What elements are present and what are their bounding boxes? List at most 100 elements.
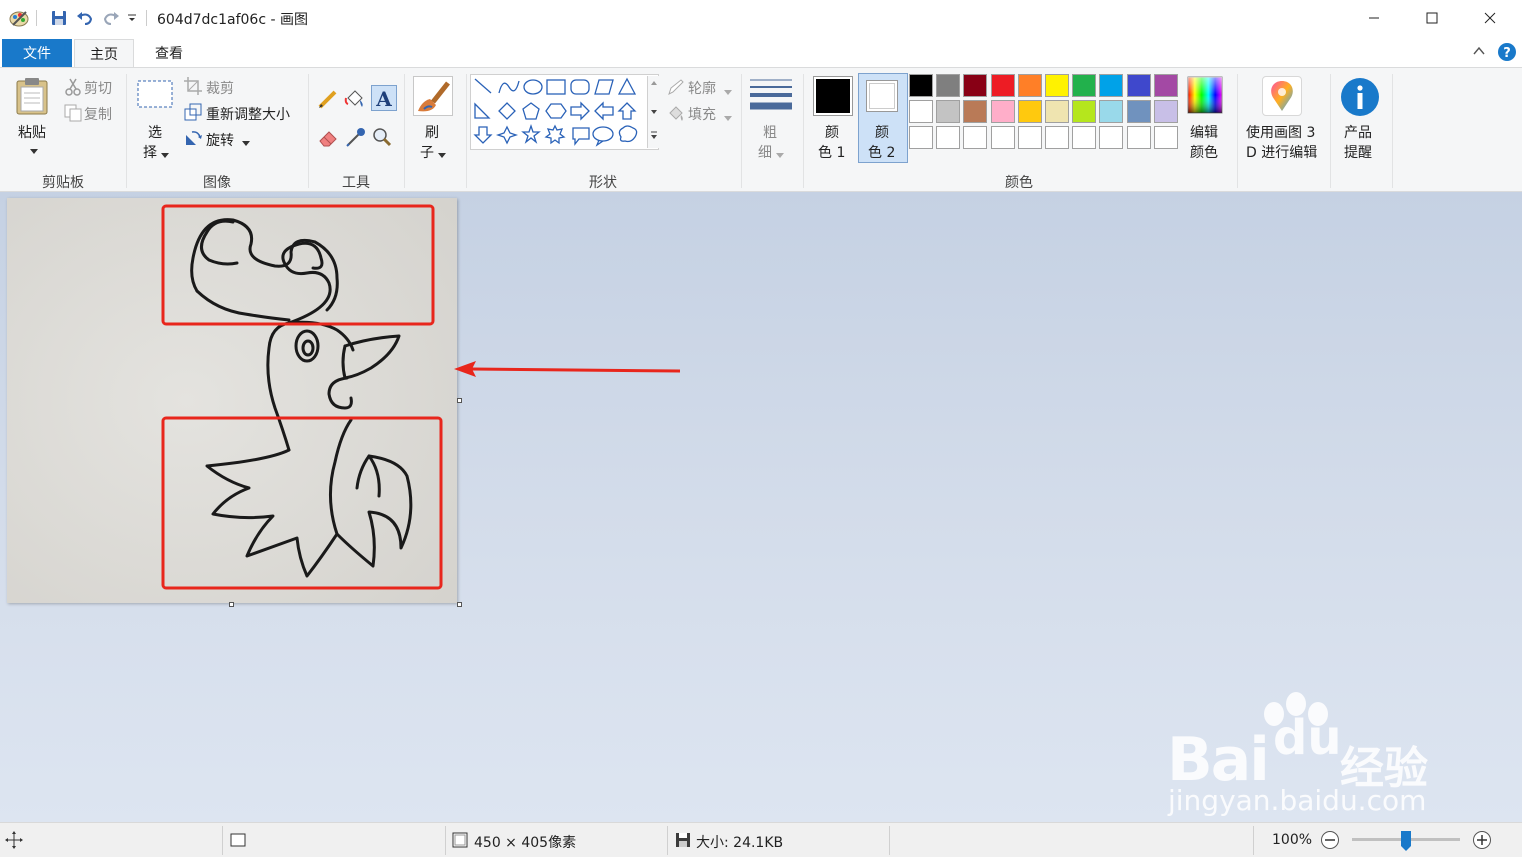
- maximize-button[interactable]: [1403, 0, 1461, 36]
- palette-color-swatch[interactable]: [1045, 100, 1069, 123]
- paint3d-label-bottom[interactable]: D 进行编辑: [1246, 142, 1317, 162]
- palette-empty-swatch[interactable]: [1099, 126, 1124, 149]
- canvas-workspace[interactable]: Bai du 经验 jingyan.baidu.com: [0, 192, 1522, 822]
- fill-button[interactable]: 填充: [688, 104, 716, 124]
- customize-qa-chevron-icon[interactable]: [125, 8, 139, 28]
- paint-app-icon[interactable]: [8, 8, 30, 28]
- tab-view[interactable]: 查看: [138, 39, 200, 67]
- eraser-icon[interactable]: [317, 126, 339, 152]
- fill-bucket-icon[interactable]: [344, 88, 366, 114]
- palette-empty-swatch[interactable]: [963, 126, 988, 149]
- fill-dropdown-icon[interactable]: [724, 111, 732, 126]
- palette-color-swatch[interactable]: [990, 74, 1015, 97]
- palette-empty-swatch[interactable]: [1017, 126, 1042, 149]
- palette-color-swatch[interactable]: [1099, 74, 1124, 97]
- color-picker-icon[interactable]: [344, 126, 366, 152]
- palette-color-swatch[interactable]: [963, 74, 988, 97]
- magnifier-icon[interactable]: [371, 126, 393, 152]
- paste-button[interactable]: 粘贴: [18, 122, 46, 142]
- palette-color-swatch[interactable]: [1045, 74, 1069, 97]
- copy-button[interactable]: 复制: [84, 104, 112, 124]
- size-label-bottom[interactable]: 细: [758, 142, 772, 162]
- paint3d-label-top[interactable]: 使用画图 3: [1246, 122, 1315, 142]
- info-icon[interactable]: [1340, 77, 1380, 121]
- palette-color-swatch[interactable]: [909, 74, 933, 97]
- cut-button[interactable]: 剪切: [84, 78, 112, 98]
- paint3d-icon[interactable]: [1262, 76, 1302, 116]
- pencil-icon[interactable]: [317, 88, 339, 114]
- color1-label-bottom[interactable]: 色 1: [818, 142, 845, 162]
- tab-file[interactable]: 文件: [2, 39, 72, 67]
- resize-handle-corner[interactable]: [457, 602, 462, 607]
- palette-empty-swatch[interactable]: [1072, 126, 1097, 149]
- rotate-dropdown-icon[interactable]: [242, 136, 250, 151]
- palette-color-swatch[interactable]: [963, 100, 988, 123]
- palette-color-swatch[interactable]: [990, 100, 1015, 123]
- zoom-out-button[interactable]: [1320, 830, 1340, 854]
- text-tool-icon[interactable]: A: [371, 85, 397, 111]
- shapes-scroll[interactable]: [647, 76, 659, 148]
- edit-colors-icon[interactable]: [1187, 76, 1223, 114]
- brush-label-bottom[interactable]: 子: [420, 142, 434, 162]
- redo-icon[interactable]: [100, 8, 122, 28]
- brush-icon[interactable]: [413, 76, 453, 116]
- palette-color-swatch[interactable]: [1072, 100, 1097, 123]
- crop-button[interactable]: 裁剪: [206, 78, 234, 98]
- palette-color-swatch[interactable]: [1153, 100, 1178, 123]
- palette-color-swatch[interactable]: [1017, 100, 1042, 123]
- color2-swatch[interactable]: [866, 80, 898, 112]
- resize-handle-right[interactable]: [457, 398, 462, 403]
- undo-icon[interactable]: [74, 8, 96, 28]
- palette-empty-swatch[interactable]: [1153, 126, 1178, 149]
- edit-colors-label-bottom[interactable]: 颜色: [1190, 142, 1218, 162]
- resize-handle-bottom[interactable]: [229, 602, 234, 607]
- size-icon[interactable]: [750, 78, 792, 116]
- outline-icon: [667, 78, 685, 100]
- paste-dropdown-icon[interactable]: [30, 144, 38, 159]
- product-alert-label-top[interactable]: 产品: [1344, 122, 1372, 142]
- palette-color-swatch[interactable]: [1153, 74, 1178, 97]
- tab-home[interactable]: 主页: [74, 39, 134, 67]
- select-label-top[interactable]: 选: [148, 122, 162, 142]
- palette-color-swatch[interactable]: [936, 74, 961, 97]
- select-icon[interactable]: [137, 80, 173, 114]
- resize-button[interactable]: 重新调整大小: [206, 104, 290, 124]
- image-canvas[interactable]: [7, 198, 457, 603]
- size-label-top[interactable]: 粗: [763, 122, 777, 142]
- brush-label-top[interactable]: 刷: [425, 122, 439, 142]
- zoom-in-button[interactable]: [1472, 830, 1492, 854]
- size-dropdown-icon[interactable]: [776, 148, 784, 163]
- palette-empty-swatch[interactable]: [909, 126, 933, 149]
- close-button[interactable]: [1461, 0, 1519, 36]
- outline-button[interactable]: 轮廓: [688, 78, 716, 98]
- select-dropdown-icon[interactable]: [161, 148, 169, 163]
- color1-label-top[interactable]: 颜: [825, 122, 839, 142]
- color1-swatch[interactable]: [813, 76, 853, 116]
- help-icon[interactable]: ?: [1497, 42, 1517, 66]
- paste-icon[interactable]: [14, 76, 52, 120]
- palette-color-swatch[interactable]: [1126, 74, 1151, 97]
- zoom-slider-thumb[interactable]: [1400, 830, 1412, 856]
- edit-colors-label-top[interactable]: 编辑: [1190, 122, 1218, 142]
- select-label-bottom[interactable]: 择: [143, 142, 157, 162]
- palette-color-swatch[interactable]: [936, 100, 961, 123]
- palette-color-swatch[interactable]: [1126, 100, 1151, 123]
- palette-color-swatch[interactable]: [1017, 74, 1042, 97]
- palette-color-swatch[interactable]: [909, 100, 933, 123]
- palette-empty-swatch[interactable]: [936, 126, 961, 149]
- color2-label-top[interactable]: 颜: [875, 122, 889, 142]
- palette-empty-swatch[interactable]: [1045, 126, 1069, 149]
- palette-color-swatch[interactable]: [1099, 100, 1124, 123]
- brush-dropdown-icon[interactable]: [438, 148, 446, 163]
- rotate-button[interactable]: 旋转: [206, 130, 234, 150]
- color2-label-bottom[interactable]: 色 2: [868, 142, 895, 162]
- collapse-ribbon-icon[interactable]: [1472, 44, 1486, 62]
- palette-color-swatch[interactable]: [1072, 74, 1097, 97]
- minimize-button[interactable]: [1345, 0, 1403, 36]
- palette-empty-swatch[interactable]: [990, 126, 1015, 149]
- product-alert-label-bottom[interactable]: 提醒: [1344, 142, 1372, 162]
- outline-dropdown-icon[interactable]: [724, 85, 732, 100]
- shapes-gallery[interactable]: [470, 74, 659, 150]
- palette-empty-swatch[interactable]: [1126, 126, 1151, 149]
- save-icon[interactable]: [48, 8, 70, 28]
